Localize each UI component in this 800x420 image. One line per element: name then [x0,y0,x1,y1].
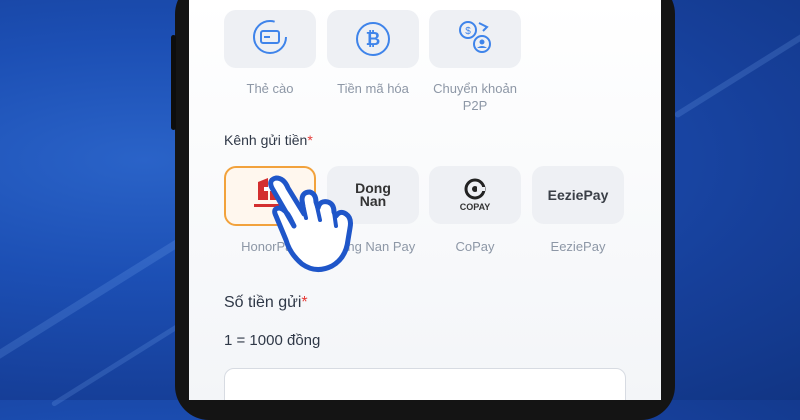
amount-section-title: Số tiền gửi* [224,294,308,311]
exchange-rate-text: 1 = 1000 đồng [224,332,321,349]
channel-tile-copay[interactable]: COPAY [429,166,521,224]
required-mark: * [307,132,313,148]
pointing-hand-icon [268,175,353,272]
card-refresh-icon [251,18,289,61]
amount-input[interactable] [224,368,626,400]
method-tile-p2p[interactable]: $ [429,10,521,68]
background-light-streak [50,317,190,408]
channel-tile-eeziepay[interactable]: EeziePay [532,166,624,224]
background-light-streak [673,7,800,119]
p2p-transfer-icon: $ [455,17,495,62]
required-mark: * [301,294,308,311]
channel-label: CoPay [455,239,495,254]
method-label: Chuyển khoản P2P [433,81,517,113]
background-light-streak [0,237,184,371]
copay-logo-icon: COPAY [460,178,490,212]
channel-label: EeziePay [550,239,606,254]
eeziepay-logo-icon: EeziePay [547,187,609,203]
method-tile-crypto[interactable]: ₿ [327,10,419,68]
channel-section-title: Kênh gửi tiền* [224,132,313,148]
bitcoin-icon: ₿ [356,22,390,56]
phone-side-button [171,35,176,130]
svg-text:$: $ [465,26,471,37]
method-tile-card[interactable] [224,10,316,68]
method-label: Thẻ cào [246,81,294,96]
